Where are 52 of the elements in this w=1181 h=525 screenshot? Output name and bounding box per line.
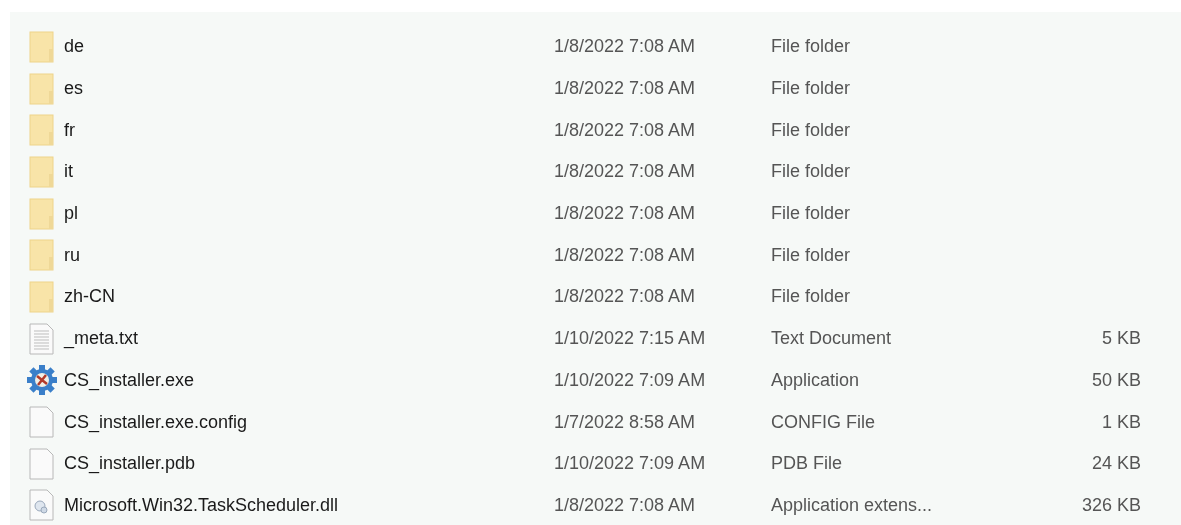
folder-icon	[29, 280, 55, 313]
date-modified: 1/8/2022 7:08 AM	[554, 493, 697, 517]
file-size: 326 KB	[1080, 493, 1141, 517]
file-type: File folder	[771, 285, 852, 309]
file-type: File folder	[771, 77, 852, 101]
date-modified: 1/10/2022 7:09 AM	[554, 452, 707, 476]
text-document-icon	[29, 322, 55, 355]
file-type: Application extens...	[771, 493, 934, 517]
file-name[interactable]: CS_installer.exe	[64, 366, 554, 394]
date-modified: 1/8/2022 7:08 AM	[554, 285, 697, 309]
date-modified: 1/7/2022 8:58 AM	[554, 410, 697, 434]
gear-icon	[26, 364, 58, 397]
file-icon	[29, 447, 55, 480]
file-name[interactable]: de	[64, 33, 554, 61]
file-name[interactable]: ru	[64, 241, 554, 269]
file-type: File folder	[771, 202, 852, 226]
date-modified: 1/8/2022 7:08 AM	[554, 77, 697, 101]
file-name[interactable]: CS_installer.pdb	[64, 450, 554, 478]
folder-icon	[29, 30, 55, 63]
file-type: File folder	[771, 118, 852, 142]
file-name[interactable]: zh-CN	[64, 283, 554, 311]
date-modified: 1/10/2022 7:09 AM	[554, 368, 707, 392]
file-type: CONFIG File	[771, 410, 876, 434]
file-name[interactable]: it	[64, 158, 554, 186]
file-type: File folder	[771, 35, 852, 59]
file-type: Application	[771, 368, 861, 392]
file-type: Text Document	[771, 327, 893, 351]
date-modified: 1/8/2022 7:08 AM	[554, 160, 697, 184]
file-name[interactable]: fr	[64, 116, 554, 144]
folder-icon	[29, 155, 55, 188]
file-size: 24 KB	[1090, 452, 1141, 476]
date-modified: 1/8/2022 7:08 AM	[554, 202, 697, 226]
file-icon	[29, 406, 55, 439]
date-modified: 1/8/2022 7:08 AM	[554, 243, 697, 267]
file-size: 5 KB	[1100, 327, 1141, 351]
file-type: PDB File	[771, 452, 843, 476]
date-modified: 1/8/2022 7:08 AM	[554, 118, 697, 142]
folder-icon	[29, 72, 55, 105]
file-name[interactable]: _meta.txt	[64, 325, 554, 353]
file-type: File folder	[771, 160, 852, 184]
folder-icon	[29, 239, 55, 272]
folder-icon	[29, 197, 55, 230]
folder-icon	[29, 114, 55, 147]
file-size: 1 KB	[1100, 410, 1141, 434]
file-name[interactable]: es	[64, 75, 554, 103]
date-modified: 1/8/2022 7:08 AM	[554, 35, 697, 59]
file-name[interactable]: Microsoft.Win32.TaskScheduler.dll	[64, 491, 554, 519]
file-name[interactable]: pl	[64, 200, 554, 228]
file-size: 50 KB	[1090, 368, 1141, 392]
file-name[interactable]: CS_installer.exe.config	[64, 408, 554, 436]
date-modified: 1/10/2022 7:15 AM	[554, 327, 707, 351]
file-type: File folder	[771, 243, 852, 267]
